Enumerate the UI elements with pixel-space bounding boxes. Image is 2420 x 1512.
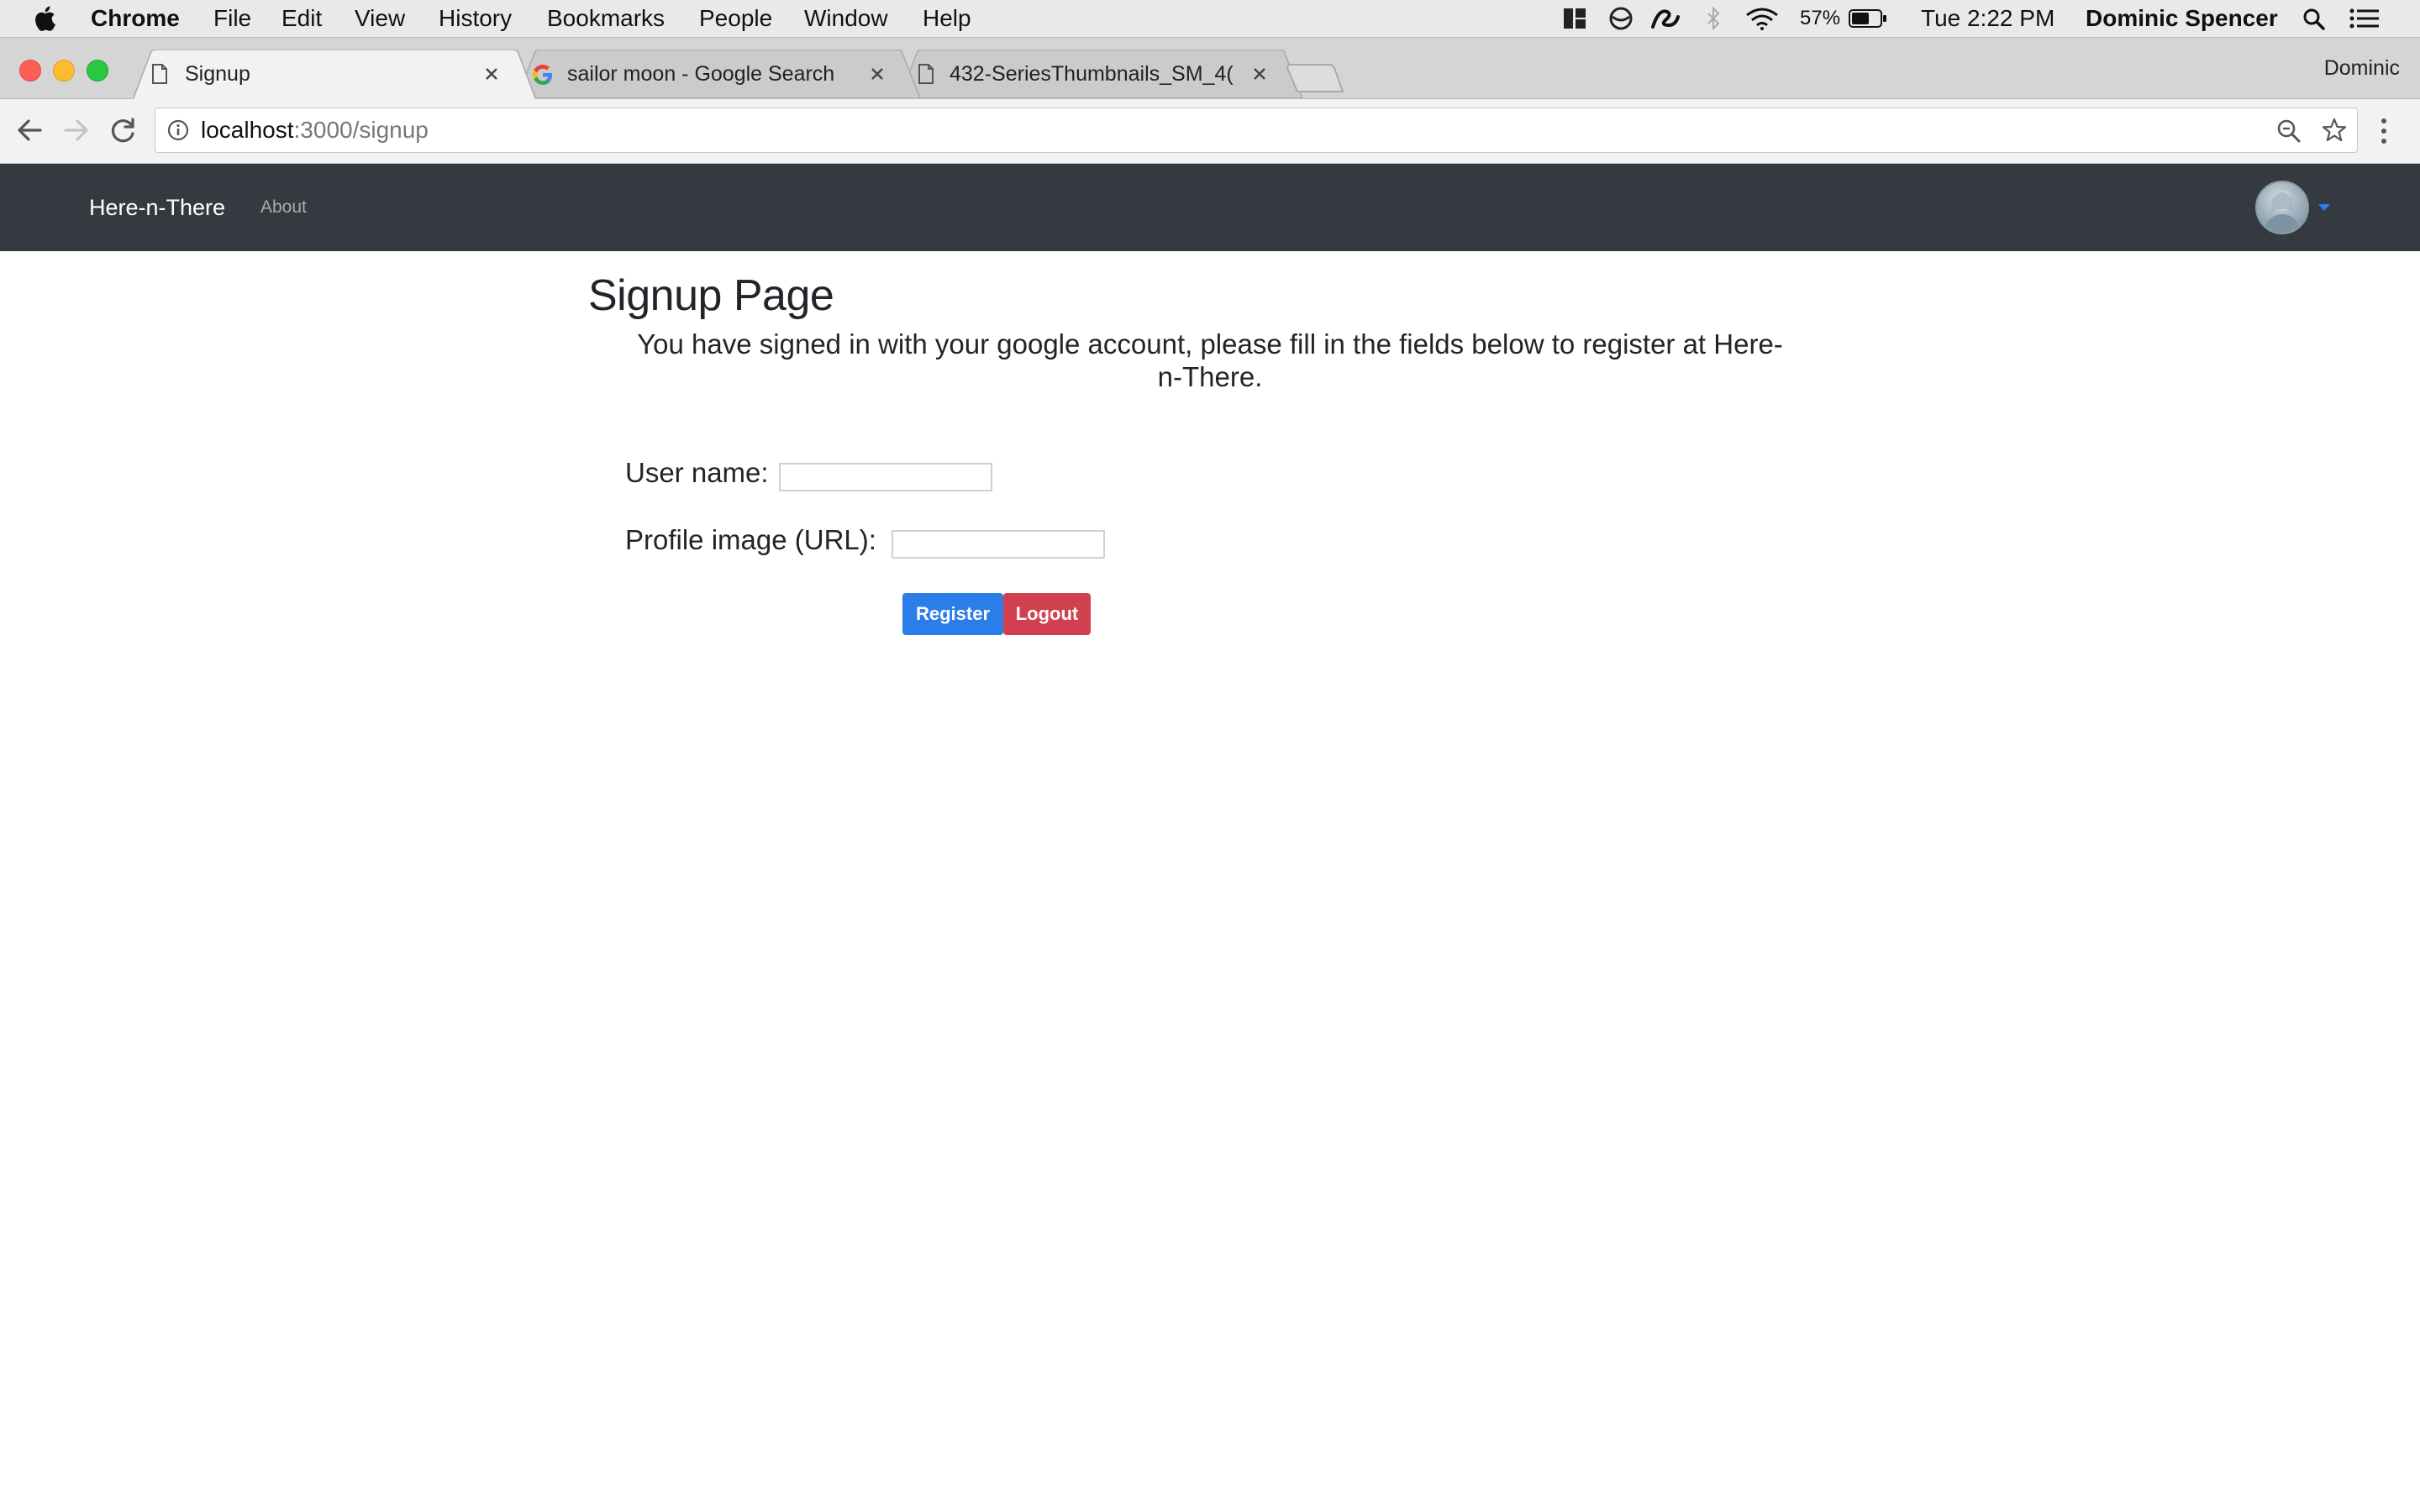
bluetooth-icon[interactable]	[1706, 7, 1721, 30]
intro-text: You have signed in with your google acco…	[597, 328, 1823, 393]
user-name-label: User name:	[625, 457, 769, 488]
sync-icon[interactable]	[1650, 7, 1681, 30]
avatar[interactable]	[2255, 181, 2309, 234]
intro-line: You have signed in with your google acco…	[637, 328, 1783, 360]
tab-signup[interactable]: Signup	[133, 50, 536, 100]
tab-title: 432-SeriesThumbnails_SM_4(	[950, 62, 1234, 86]
new-tab-button[interactable]	[1286, 63, 1344, 93]
url-path: :3000/signup	[293, 117, 429, 143]
register-button[interactable]: Register	[902, 593, 1003, 635]
menu-history[interactable]: History	[439, 0, 512, 37]
tab-close-icon[interactable]	[1252, 66, 1267, 81]
menu-people[interactable]: People	[699, 0, 772, 37]
profile-image-url-input[interactable]	[892, 530, 1105, 559]
grid-icon[interactable]	[1563, 8, 1586, 29]
window-minimize-icon[interactable]	[53, 60, 75, 81]
menu-app-name[interactable]: Chrome	[91, 0, 180, 37]
nav-link-about[interactable]: About	[260, 164, 307, 251]
browser-tab-strip: 432-SeriesThumbnails_SM_4( sailor moon -…	[0, 38, 2420, 100]
tab-close-icon[interactable]	[870, 66, 885, 81]
url-text: localhost:3000/signup	[201, 108, 429, 152]
chrome-menu-icon[interactable]	[2380, 118, 2388, 144]
menu-file[interactable]: File	[213, 0, 251, 37]
profile-image-url-label: Profile image (URL):	[625, 524, 876, 555]
url-host: localhost	[201, 117, 294, 143]
focus-icon[interactable]	[1608, 7, 1634, 30]
spotlight-search-icon[interactable]	[2302, 8, 2326, 30]
tab-title: sailor moon - Google Search	[567, 62, 835, 86]
logout-button[interactable]: Logout	[1003, 593, 1091, 635]
apple-icon[interactable]	[34, 6, 55, 31]
menu-bookmarks[interactable]: Bookmarks	[547, 0, 665, 37]
menu-view[interactable]: View	[355, 0, 405, 37]
page-title: Signup Page	[588, 271, 834, 320]
bookmark-star-icon[interactable]	[2322, 118, 2347, 143]
tab-google-search[interactable]: sailor moon - Google Search	[517, 50, 920, 98]
page-icon	[151, 64, 168, 84]
menu-clock[interactable]: Tue 2:22 PM	[1921, 0, 2054, 37]
browser-profile-name[interactable]: Dominic	[2324, 56, 2400, 81]
wifi-icon[interactable]	[1744, 7, 1780, 30]
window-close-icon[interactable]	[19, 60, 41, 81]
menu-window[interactable]: Window	[804, 0, 888, 37]
tab-thumbnails[interactable]: 432-SeriesThumbnails_SM_4(	[899, 50, 1302, 98]
user-name-input[interactable]	[779, 463, 992, 491]
notification-center-icon[interactable]	[2349, 8, 2380, 29]
chevron-down-icon[interactable]	[2318, 204, 2330, 211]
browser-toolbar: localhost:3000/signup	[0, 99, 2420, 164]
window-zoom-icon[interactable]	[87, 60, 108, 81]
menu-help[interactable]: Help	[923, 0, 971, 37]
menu-user-name[interactable]: Dominic Spencer	[2086, 0, 2278, 37]
address-bar[interactable]: localhost:3000/signup	[155, 108, 2358, 153]
forward-icon[interactable]	[62, 116, 91, 144]
zoom-icon[interactable]	[2276, 118, 2302, 144]
navbar-brand[interactable]: Here-n-There	[89, 164, 225, 251]
site-info-icon[interactable]	[167, 119, 189, 141]
menu-edit[interactable]: Edit	[281, 0, 322, 37]
back-icon[interactable]	[15, 116, 44, 144]
battery-percent: 57%	[1800, 7, 1841, 29]
tab-title: Signup	[185, 62, 250, 86]
macos-menu-bar: Chrome File Edit View History Bookmarks …	[0, 0, 2420, 38]
intro-line: n-There.	[1157, 361, 1263, 392]
site-navbar: Here-n-There About	[0, 164, 2420, 251]
battery-icon[interactable]	[1849, 9, 1887, 28]
tab-close-icon[interactable]	[484, 66, 499, 81]
reload-icon[interactable]	[109, 116, 138, 144]
page-icon	[918, 64, 934, 84]
